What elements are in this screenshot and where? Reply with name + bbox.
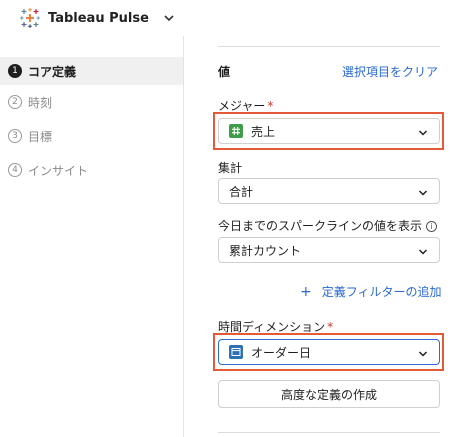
add-filter-label: 定義フィルターの追加 <box>321 285 442 299</box>
chevron-down-icon <box>418 246 428 256</box>
divider <box>218 46 440 47</box>
plus-icon: + <box>300 283 312 300</box>
aggregation-select[interactable]: 合計 <box>218 178 440 204</box>
section-title: 値 <box>218 65 231 79</box>
chevron-down-icon <box>418 348 428 358</box>
app-title: Tableau Pulse <box>48 10 149 26</box>
measure-value: 売上 <box>251 124 276 139</box>
step-insights[interactable]: 4 インサイト <box>0 156 183 184</box>
step-core-definition[interactable]: 1 コア定義 <box>0 57 183 85</box>
aggregation-label: 集計 <box>218 161 243 175</box>
required-mark: * <box>267 99 274 113</box>
clear-selection-link[interactable]: 選択項目をクリア <box>342 63 438 80</box>
create-advanced-definition-button[interactable]: 高度な定義の作成 <box>218 380 440 408</box>
steps-sidebar: 1 コア定義 2 時刻 3 目標 4 インサイト <box>0 36 184 437</box>
chevron-down-icon <box>418 127 428 137</box>
sparkline-label: 今日までのスパークラインの値を表示 i <box>218 217 438 234</box>
sparkline-label-text: 今日までのスパークラインの値を表示 <box>218 219 423 233</box>
time-dimension-value: オーダー日 <box>251 345 312 360</box>
step-time[interactable]: 2 時刻 <box>0 88 183 116</box>
measure-label-text: メジャー <box>218 99 266 113</box>
add-definition-filter-link[interactable]: + 定義フィルターの追加 <box>300 283 442 300</box>
step-number: 3 <box>8 129 22 143</box>
time-dimension-label-text: 時間ディメンション <box>218 320 326 334</box>
step-number: 4 <box>8 163 22 177</box>
app-window: Tableau Pulse 1 コア定義 2 時刻 3 目標 4 インサイト 値… <box>0 0 470 437</box>
step-label: インサイト <box>28 163 89 178</box>
time-dimension-select[interactable]: オーダー日 <box>218 339 440 365</box>
divider <box>218 432 440 433</box>
tableau-logo-icon <box>20 8 40 28</box>
measure-grid-icon <box>229 124 243 138</box>
step-label: 目標 <box>28 129 53 144</box>
sparkline-select[interactable]: 累計カウント <box>218 237 440 263</box>
chevron-down-icon <box>418 187 428 197</box>
step-number: 1 <box>8 64 22 78</box>
step-label: 時刻 <box>28 95 53 110</box>
step-goal[interactable]: 3 目標 <box>0 122 183 150</box>
required-mark: * <box>327 320 334 334</box>
step-label: コア定義 <box>28 64 77 79</box>
info-icon[interactable]: i <box>426 221 438 232</box>
measure-select[interactable]: 売上 <box>218 118 440 144</box>
chevron-down-icon[interactable] <box>163 12 175 24</box>
sparkline-value: 累計カウント <box>229 243 302 258</box>
aggregation-value: 合計 <box>229 184 254 199</box>
app-header: Tableau Pulse <box>0 0 470 36</box>
calendar-icon <box>229 345 243 359</box>
step-number: 2 <box>8 95 22 109</box>
